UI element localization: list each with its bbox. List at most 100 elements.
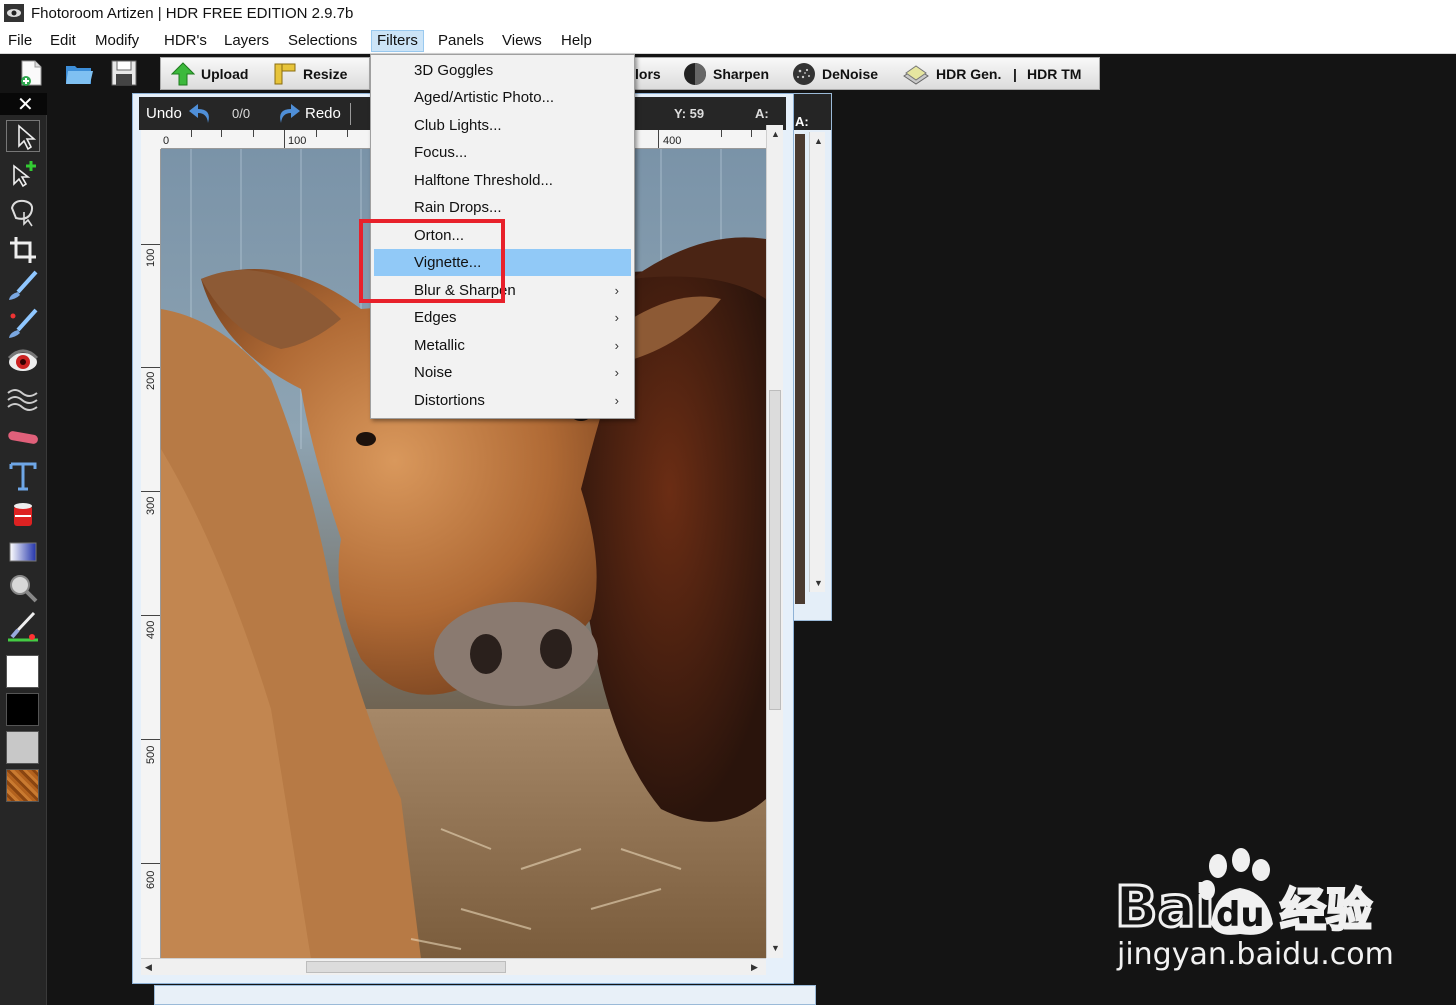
fill-bucket-tool[interactable]: [6, 498, 40, 530]
scroll-left-arrow-icon[interactable]: ◀: [145, 962, 152, 973]
scroll-down-arrow-icon[interactable]: ▼: [771, 943, 780, 953]
window-title: Fhotoroom Artizen | HDR FREE EDITION 2.9…: [31, 5, 354, 22]
ruler-h-label: 0: [163, 135, 170, 147]
menu-item-edges[interactable]: Edges ›: [374, 304, 631, 331]
menu-panels[interactable]: Panels: [433, 30, 489, 52]
tool-panel-close-bar: ✕: [0, 92, 47, 117]
sharpen-label: Sharpen: [713, 65, 770, 82]
upload-button[interactable]: Upload: [171, 58, 248, 89]
vertical-scrollbar[interactable]: ▲ ▼: [766, 125, 783, 958]
menu-edit[interactable]: Edit: [45, 30, 81, 52]
menu-views[interactable]: Views: [497, 30, 547, 52]
eye-icon: [7, 349, 39, 371]
open-folder-icon[interactable]: [64, 58, 94, 88]
hdr-gen-button[interactable]: HDR Gen.: [902, 58, 1001, 89]
denoise-button[interactable]: DeNoise: [792, 58, 878, 89]
horizontal-scroll-thumb[interactable]: [306, 961, 506, 973]
menu-item-aged-artistic-photo[interactable]: Aged/Artistic Photo...: [374, 84, 631, 111]
colors-button[interactable]: lors: [635, 58, 661, 89]
horizontal-scrollbar[interactable]: ◀ ▶: [141, 958, 766, 975]
lasso-tool[interactable]: [6, 196, 40, 228]
menu-item-halftone-threshold[interactable]: Halftone Threshold...: [374, 167, 631, 194]
brush-icon: [9, 270, 38, 300]
color-picker-tool[interactable]: [6, 610, 40, 642]
upload-arrow-icon: [171, 61, 195, 85]
texture-swatch[interactable]: [6, 769, 39, 802]
watermark-url: jingyan.baidu.com: [1117, 937, 1394, 972]
title-bar: Fhotoroom Artizen | HDR FREE EDITION 2.9…: [0, 0, 1456, 28]
gray-color-swatch[interactable]: [6, 731, 39, 764]
new-file-icon[interactable]: [16, 58, 46, 88]
redo-label[interactable]: Redo: [305, 105, 341, 122]
paint-bucket-icon: [14, 503, 32, 526]
crop-icon: [10, 237, 36, 263]
text-icon: [9, 462, 37, 491]
ruler-h-label: 100: [288, 135, 307, 147]
close-panel-button[interactable]: ✕: [17, 92, 34, 117]
vertical-ruler: 100 200 300 400 500 600: [141, 149, 161, 959]
scroll-right-arrow-icon[interactable]: ▶: [751, 962, 758, 973]
resize-label: Resize: [303, 65, 348, 82]
menu-filters[interactable]: Filters: [371, 30, 424, 52]
menu-item-distortions[interactable]: Distortions ›: [374, 387, 631, 414]
text-tool[interactable]: [6, 460, 40, 492]
red-eye-tool[interactable]: [6, 346, 40, 378]
scroll-down-arrow-icon[interactable]: ▼: [814, 578, 823, 588]
upload-label: Upload: [201, 65, 249, 82]
sharpen-button[interactable]: Sharpen: [683, 58, 769, 89]
foreground-color-swatch[interactable]: [6, 655, 39, 688]
menu-help[interactable]: Help: [556, 30, 597, 52]
crop-tool[interactable]: [6, 234, 40, 266]
ruler-tick: [284, 130, 285, 148]
hdr-tm-button[interactable]: HDR TM: [1027, 58, 1081, 89]
smudge-tool[interactable]: [6, 384, 40, 416]
background-color-swatch[interactable]: [6, 693, 39, 726]
gradient-tool[interactable]: [6, 536, 40, 568]
eraser-icon: [8, 431, 38, 444]
vertical-scroll-thumb[interactable]: [769, 390, 781, 710]
alpha-label: A:: [755, 106, 769, 121]
menu-item-focus[interactable]: Focus...: [374, 139, 631, 166]
scroll-up-arrow-icon[interactable]: ▲: [771, 129, 780, 139]
hdr-stack-icon: [903, 64, 929, 85]
menu-file[interactable]: File: [3, 30, 37, 52]
menu-item-rain-drops[interactable]: Rain Drops...: [374, 194, 631, 221]
background-document-bottom-edge: [154, 985, 816, 1005]
menu-layers[interactable]: Layers: [219, 30, 274, 52]
zoom-tool[interactable]: [6, 572, 40, 604]
wave-icon: [7, 389, 38, 411]
menu-selections[interactable]: Selections: [283, 30, 362, 52]
menu-item-metallic[interactable]: Metallic ›: [374, 332, 631, 359]
menu-hdrs[interactable]: HDR's: [159, 30, 212, 52]
submenu-arrow-icon: ›: [614, 310, 619, 325]
toolbar-strip-right: lors Sharpen DeNoise HDR Gen. | HDR TM: [634, 57, 1100, 90]
undo-icon[interactable]: [186, 101, 214, 125]
select-tool[interactable]: [6, 120, 40, 152]
ruler-h-label: 400: [663, 135, 682, 147]
resize-button[interactable]: Resize: [273, 58, 347, 89]
header-divider: [350, 103, 351, 125]
brush-tool[interactable]: [6, 270, 40, 302]
gradient-icon: [9, 542, 37, 562]
watermark-chinese: 经验: [1280, 883, 1372, 937]
scroll-up-arrow-icon[interactable]: ▲: [814, 136, 823, 146]
save-icon[interactable]: [109, 58, 139, 88]
ruler-v-label: 100: [145, 248, 157, 267]
menu-modify[interactable]: Modify: [90, 30, 144, 52]
hdr-gen-label: HDR Gen.: [936, 65, 1002, 82]
menu-item-3d-goggles[interactable]: 3D Goggles: [374, 57, 631, 84]
menu-item-club-lights[interactable]: Club Lights...: [374, 112, 631, 139]
menu-bar: File Edit Modify HDR's Layers Selections…: [0, 28, 1456, 54]
sharpen-icon: [684, 62, 706, 85]
ruler-v-label: 200: [145, 371, 157, 390]
add-selection-tool[interactable]: [6, 158, 40, 190]
submenu-arrow-icon: ›: [614, 283, 619, 298]
background-vertical-scrollbar[interactable]: ▲ ▼: [809, 132, 825, 592]
undo-label[interactable]: Undo: [146, 105, 182, 122]
redo-icon[interactable]: [275, 101, 303, 125]
menu-item-noise[interactable]: Noise ›: [374, 359, 631, 386]
color-brush-tool[interactable]: [6, 308, 40, 340]
eraser-tool[interactable]: [6, 422, 40, 454]
background-document-window: A: ▲ ▼: [790, 93, 832, 621]
pointer-plus-icon: [13, 161, 36, 188]
